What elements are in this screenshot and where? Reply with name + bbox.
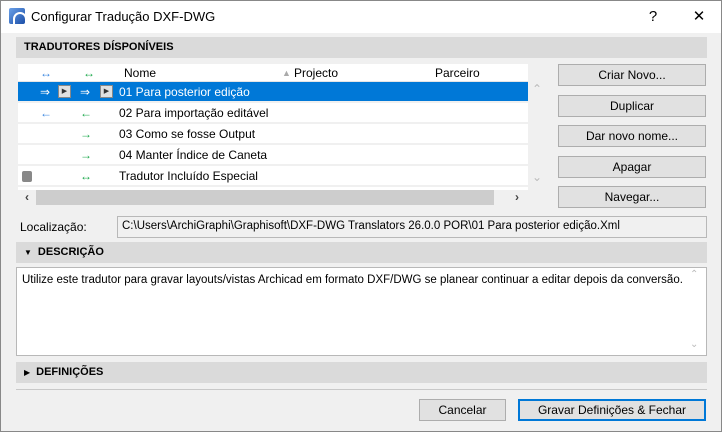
table-row[interactable]: → 04 Manter Índice de Caneta	[18, 145, 528, 166]
lock-icon	[22, 171, 32, 182]
close-button[interactable]: ✕	[679, 5, 719, 29]
scroll-down-icon[interactable]: ⌄	[528, 170, 546, 184]
translators-section-header: TRADUTORES DÍSPONÍVEIS	[16, 37, 707, 58]
table-header: ↔ ↔ Nome ▲ Projecto Parceiro	[18, 64, 528, 82]
import-arrow-icon: ←	[40, 106, 52, 120]
duplicate-button[interactable]: Duplicar	[558, 95, 706, 117]
import-column-icon[interactable]: ↔	[40, 66, 52, 80]
scrollbar-thumb[interactable]	[36, 190, 494, 205]
scroll-up-icon[interactable]: ⌃	[690, 269, 698, 280]
settings-section-header[interactable]: ▶ DEFINIÇÕES	[16, 362, 707, 383]
divider	[16, 389, 707, 390]
translator-name: 04 Manter Índice de Caneta	[119, 148, 268, 162]
table-row[interactable]: ↔ Tradutor Incluído Especial	[18, 166, 528, 187]
export-arrow-icon: →	[80, 127, 92, 141]
export-arrow-icon: ⇒	[80, 85, 91, 99]
description-header-label: DESCRIÇÃO	[37, 246, 104, 258]
window-title: Configurar Tradução DXF-DWG	[31, 9, 216, 24]
cancel-button[interactable]: Cancelar	[419, 399, 506, 421]
description-textarea[interactable]: Utilize este tradutor para gravar layout…	[16, 267, 707, 356]
import-arrow-icon: ⇒	[40, 85, 51, 99]
play-icon[interactable]: ▶	[100, 85, 113, 98]
table-row[interactable]: → 03 Como se fosse Output	[18, 124, 528, 145]
browse-button[interactable]: Navegar...	[558, 186, 706, 208]
column-project[interactable]: Projecto	[294, 66, 338, 80]
scroll-down-icon[interactable]: ⌄	[690, 339, 698, 350]
export-arrow-icon: →	[80, 148, 92, 162]
translator-name: 01 Para posterior edição	[119, 85, 250, 99]
expand-triangle-icon: ▶	[24, 368, 31, 377]
settings-header-label: DEFINIÇÕES	[36, 366, 104, 378]
export-column-icon[interactable]: ↔	[83, 66, 95, 80]
archicad-app-icon	[9, 8, 27, 28]
vertical-scrollbar[interactable]: ⌃ ⌄	[528, 82, 546, 190]
translator-name: Tradutor Incluído Especial	[119, 169, 258, 183]
location-label: Localização:	[20, 220, 87, 234]
export-arrow-icon: ↔	[80, 169, 92, 183]
rename-button[interactable]: Dar novo nome...	[558, 125, 706, 147]
create-new-button[interactable]: Criar Novo...	[558, 64, 706, 86]
save-close-button[interactable]: Gravar Definições & Fechar	[518, 399, 706, 421]
table-row[interactable]: ⇒ ▶ ⇒ ▶ 01 Para posterior edição	[18, 82, 528, 103]
translator-name: 02 Para importação editável	[119, 106, 269, 120]
scroll-up-icon[interactable]: ⌃	[528, 82, 546, 96]
horizontal-scrollbar[interactable]: ‹ ›	[18, 190, 528, 205]
location-field: C:\Users\ArchiGraphi\Graphisoft\DXF-DWG …	[117, 216, 707, 238]
translators-table: ↔ ↔ Nome ▲ Projecto Parceiro ⇒ ▶ ⇒ ▶ 01 …	[18, 64, 528, 190]
table-row[interactable]: ← ← 02 Para importação editável	[18, 103, 528, 124]
column-name[interactable]: Nome	[124, 66, 156, 80]
sort-asc-icon: ▲	[282, 68, 291, 78]
play-icon[interactable]: ▶	[58, 85, 71, 98]
scroll-right-icon[interactable]: ›	[508, 190, 526, 205]
help-button[interactable]: ?	[633, 5, 673, 29]
translator-name: 03 Como se fosse Output	[119, 127, 256, 141]
scroll-left-icon[interactable]: ‹	[18, 190, 36, 205]
description-section-header[interactable]: ▼ DESCRIÇÃO	[16, 242, 707, 263]
collapse-triangle-icon: ▼	[24, 248, 32, 257]
column-partner[interactable]: Parceiro	[435, 66, 480, 80]
export-arrow-icon: ←	[80, 106, 92, 120]
delete-button[interactable]: Apagar	[558, 156, 706, 178]
